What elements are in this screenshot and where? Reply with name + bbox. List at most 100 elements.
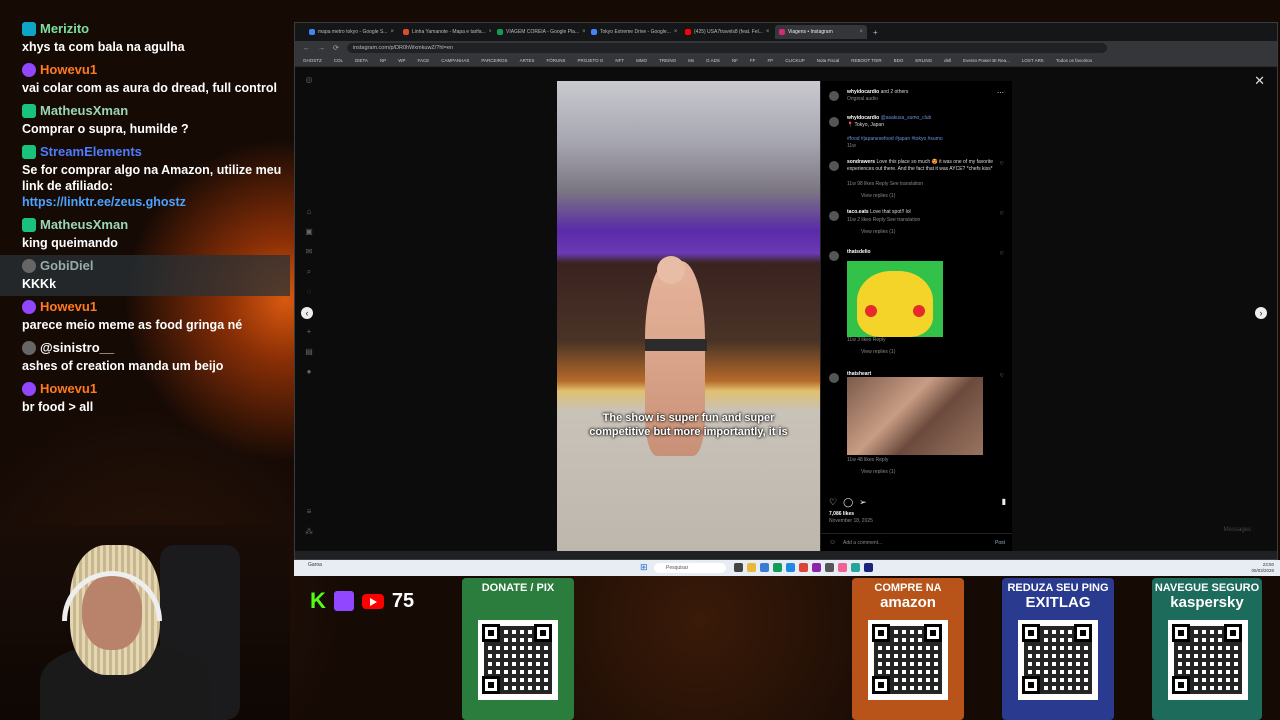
chat-username[interactable]: StreamElements (40, 144, 142, 160)
comment-user[interactable]: taco.eats (847, 209, 869, 215)
bookmark-item[interactable]: TREINO (659, 58, 676, 63)
save-icon[interactable]: ▮ (1002, 497, 1006, 506)
share-icon[interactable]: ➢ (859, 497, 867, 508)
close-icon[interactable]: ✕ (1254, 73, 1265, 89)
comment-avatar[interactable] (829, 211, 839, 221)
bookmark-item[interactable]: Evento Power BI Rea... (963, 58, 1010, 63)
browser-tab[interactable]: mapa metro tokyo - Google S... × (305, 25, 397, 39)
likes-count[interactable]: 7,086 likes (829, 511, 854, 517)
browser-tab[interactable]: Tokyo Extreme Drive - Google... × (587, 25, 679, 39)
profile-icon[interactable]: ● (303, 367, 315, 376)
messages-button[interactable]: Messages (1224, 527, 1251, 533)
back-icon[interactable]: ← (303, 45, 310, 52)
dashboard-icon[interactable]: ▤ (303, 347, 315, 356)
audio-label[interactable]: Original audio (847, 96, 878, 102)
bookmark-item[interactable]: FACE (417, 58, 429, 63)
reload-icon[interactable]: ⟳ (333, 44, 339, 52)
file-explorer-icon[interactable] (747, 563, 756, 572)
bookmark-item[interactable]: DIETA (355, 58, 368, 63)
task-view-icon[interactable] (734, 563, 743, 572)
comment-input[interactable]: Add a comment... (843, 540, 882, 546)
comment-like-icon[interactable]: ♡ (1000, 373, 1004, 379)
author-name[interactable]: whyidocardio (847, 89, 879, 95)
app-icon[interactable] (838, 563, 847, 572)
system-clock[interactable]: 23:50 05/03/2026 (1251, 562, 1274, 574)
browser-tab[interactable]: Linha Yamanote - Mapa e tarifa... × (399, 25, 491, 39)
chat-username[interactable]: @sinistro__ (40, 340, 114, 356)
bookmark-item[interactable]: LOST ARK (1022, 58, 1044, 63)
tab-close-icon[interactable]: × (582, 29, 585, 35)
chat-username[interactable]: Howevu1 (40, 62, 97, 78)
chat-username[interactable]: MatheusXman (40, 103, 128, 119)
bookmark-item[interactable]: dell (944, 58, 951, 63)
chat-username[interactable]: MatheusXman (40, 217, 128, 233)
explore-icon[interactable]: ◌ (303, 287, 315, 296)
bookmark-item[interactable]: Ms (688, 58, 694, 63)
bookmark-item[interactable]: GHOSTZ (303, 58, 322, 63)
chat-username[interactable]: Merizito (40, 21, 89, 37)
comment-user[interactable]: sondrawers (847, 159, 875, 165)
bookmark-item[interactable]: FP (767, 58, 773, 63)
comment-avatar[interactable] (829, 373, 839, 383)
menu-icon[interactable]: ≡ (303, 507, 315, 516)
bookmark-item[interactable]: ARTES (520, 58, 535, 63)
qr-code[interactable] (868, 620, 948, 700)
bookmark-item[interactable]: NFT (615, 58, 624, 63)
bookmark-item[interactable]: WP (398, 58, 405, 63)
view-replies[interactable]: View replies (1) (861, 229, 895, 236)
emoji-icon[interactable]: ☺ (829, 534, 836, 551)
more-options-icon[interactable]: ⋯ (997, 89, 1004, 97)
weather-widget[interactable]: Garoa (308, 562, 322, 568)
caption-mention[interactable]: @asakusa_sumo_club (881, 115, 932, 121)
edge-icon[interactable] (786, 563, 795, 572)
tab-close-icon[interactable]: × (859, 29, 863, 35)
bookmark-item[interactable]: REBOOT TIER (851, 58, 881, 63)
tab-close-icon[interactable]: × (489, 29, 491, 35)
url-field[interactable]: instagram.com/p/DR0hWxmkuwZ/?hl=en (346, 43, 1107, 53)
bookmark-item[interactable]: CLICKUP (785, 58, 805, 63)
qr-code[interactable] (478, 620, 558, 700)
home-icon[interactable]: ⌂ (303, 207, 315, 216)
post-comment-button[interactable]: Post (995, 534, 1005, 551)
comment-avatar[interactable] (829, 161, 839, 171)
app-icon[interactable] (773, 563, 782, 572)
chrome-icon[interactable] (799, 563, 808, 572)
tab-close-icon[interactable]: × (390, 29, 394, 35)
chat-username[interactable]: Howevu1 (40, 299, 97, 315)
comment-avatar[interactable] (829, 251, 839, 261)
bookmark-item[interactable]: FF (750, 58, 756, 63)
bookmark-item[interactable]: MMO (636, 58, 647, 63)
prev-post-arrow-icon[interactable]: ‹ (301, 307, 313, 319)
create-icon[interactable]: + (303, 327, 315, 336)
bookmark-item[interactable]: BDO (894, 58, 904, 63)
forward-icon[interactable]: → (318, 45, 325, 52)
reels-icon[interactable]: ▣ (303, 227, 315, 236)
bookmark-item[interactable]: FÓRUNS (546, 58, 565, 63)
avatar[interactable] (829, 91, 839, 101)
chat-username[interactable]: Howevu1 (40, 381, 97, 397)
start-icon[interactable]: ⊞ (640, 562, 648, 573)
browser-tab[interactable]: VIAGEM COREIA - Google Pla... × (493, 25, 585, 39)
bookmark-item[interactable]: PARCEIROS (481, 58, 507, 63)
bookmark-item[interactable]: NP (380, 58, 386, 63)
bookmark-item[interactable]: ERLING (915, 58, 932, 63)
bookmark-item[interactable]: COL (334, 58, 343, 63)
comment-like-icon[interactable]: ♡ (1000, 161, 1004, 167)
taskbar-search[interactable]: Pesquisar (654, 563, 726, 573)
comment-like-icon[interactable]: ♡ (1000, 211, 1004, 217)
tab-close-icon[interactable]: × (674, 29, 678, 35)
bookmark-item[interactable]: PROJETO G (577, 58, 603, 63)
comment-user[interactable]: thatsdelio (847, 249, 871, 255)
browser-tab[interactable]: (425) USA7travels8 (feat. Fel... × (681, 25, 773, 39)
comment-image-pikachu[interactable] (847, 261, 943, 337)
comment-image-sumo[interactable] (847, 377, 983, 455)
steam-icon[interactable] (864, 563, 873, 572)
apps-icon[interactable]: ⁂ (303, 527, 315, 536)
app-icon[interactable] (812, 563, 821, 572)
qr-code[interactable] (1168, 620, 1248, 700)
reel-video[interactable]: The show is super fun and super competit… (557, 81, 820, 551)
messages-icon[interactable]: ✉ (303, 247, 315, 256)
next-post-arrow-icon[interactable]: › (1255, 307, 1267, 319)
instagram-logo-icon[interactable]: ◎ (303, 75, 315, 84)
like-icon[interactable]: ♡ (829, 497, 837, 508)
